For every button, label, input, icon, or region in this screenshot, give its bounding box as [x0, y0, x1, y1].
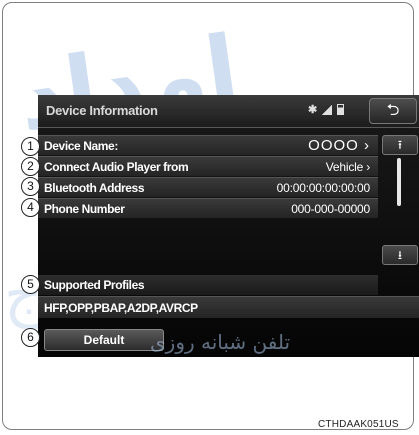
phone-number-label: Phone Number — [44, 202, 125, 216]
watermark-small: تلفن شبانه روزی — [150, 330, 291, 354]
back-button[interactable]: ⮌ — [369, 98, 417, 124]
supported-profiles-value: HFP,OPP,PBAP,A2DP,AVRCP — [38, 296, 419, 318]
phone-number-value: 000-000-00000 — [291, 202, 370, 216]
scroll-up-button[interactable]: ⭱ — [382, 135, 418, 155]
bluetooth-address-row: Bluetooth Address 00:00:00:00:00:00 — [38, 177, 378, 197]
header-bar: Device Information ✱ ⮌ — [38, 95, 419, 128]
callout-2: 2 — [21, 157, 40, 176]
status-icons: ✱ — [308, 103, 345, 116]
scrollbar[interactable] — [397, 158, 401, 206]
watermark-left: ج — [4, 260, 43, 330]
device-name-value: OOOO › — [308, 137, 370, 154]
device-information-screen: Device Information ✱ ⮌ Device Name: OOOO… — [38, 95, 419, 357]
connect-audio-value: Vehicle › — [325, 160, 370, 174]
scroll-down-icon: ⭳ — [397, 248, 403, 262]
back-arrow-icon: ⮌ — [386, 102, 400, 119]
scroll-up-icon: ⭱ — [397, 138, 403, 152]
bluetooth-address-value: 00:00:00:00:00:00 — [276, 181, 371, 195]
battery-icon — [337, 104, 345, 115]
bluetooth-icon: ✱ — [308, 104, 318, 116]
connect-audio-label: Connect Audio Player from — [44, 160, 189, 174]
bluetooth-address-label: Bluetooth Address — [44, 181, 145, 195]
phone-number-row: Phone Number 000-000-00000 — [38, 198, 378, 218]
default-button[interactable]: Default — [44, 329, 164, 351]
callout-6: 6 — [21, 328, 40, 347]
callout-5: 5 — [21, 275, 40, 294]
callout-1: 1 — [21, 137, 40, 156]
screen-title: Device Information — [46, 103, 158, 118]
scroll-down-button[interactable]: ⭳ — [382, 245, 418, 265]
device-name-row[interactable]: Device Name: OOOO › — [38, 135, 378, 155]
device-name-label: Device Name: — [44, 139, 118, 153]
connect-audio-row[interactable]: Connect Audio Player from Vehicle › — [38, 156, 378, 176]
image-code: CTHDAAK051US — [318, 419, 399, 430]
callout-4: 4 — [21, 198, 40, 217]
signal-icon — [322, 104, 333, 115]
callout-3: 3 — [21, 177, 40, 196]
supported-profiles-label: Supported Profiles — [38, 275, 378, 295]
